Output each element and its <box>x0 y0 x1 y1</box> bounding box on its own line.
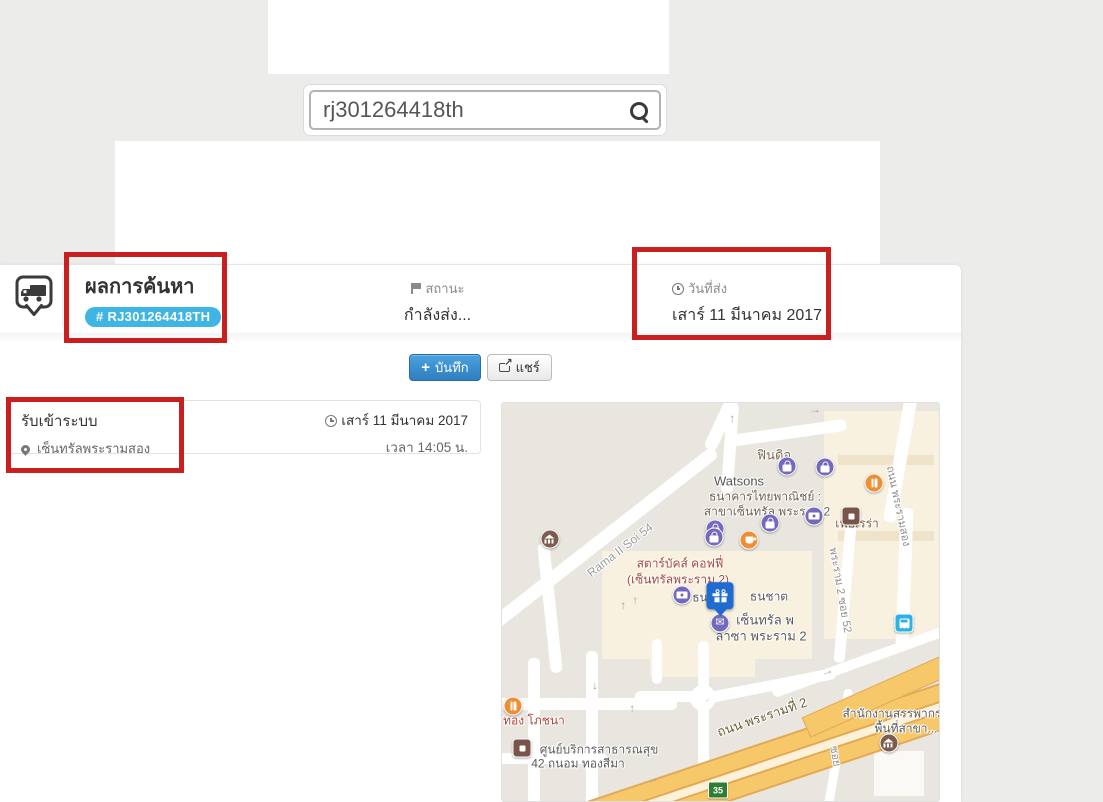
bag-poi-icon[interactable] <box>815 457 835 477</box>
result-panel: ผลการค้นหา # RJ301264418TH สถานะ กำลังส่… <box>0 265 961 802</box>
share-button[interactable]: แชร์ <box>486 354 552 381</box>
coffee-poi-icon[interactable] <box>739 530 759 550</box>
card-glyph <box>808 512 820 520</box>
coffee-glyph <box>745 536 757 544</box>
status-value: กำลังส่ง... <box>403 307 472 324</box>
share-button-label: แชร์ <box>515 360 540 375</box>
envelope-glyph: ✉ <box>715 616 725 629</box>
screen: ผลการค้นหา # RJ301264418TH สถานะ กำลังส่… <box>0 0 1103 802</box>
gift-ribbon <box>719 592 721 602</box>
card-poi-icon[interactable] <box>672 585 692 605</box>
restaurant-glyph <box>869 478 879 488</box>
header-divider <box>62 272 63 326</box>
plus-icon: + <box>421 359 430 376</box>
save-button[interactable]: + บันทึก <box>409 354 481 381</box>
plaza-glyph <box>848 513 854 519</box>
annotation-rectangle <box>6 397 184 473</box>
bus-poi-icon[interactable] <box>894 613 914 633</box>
plaza-poi-icon[interactable] <box>512 738 532 758</box>
restaurant-glyph <box>508 701 518 711</box>
one-way-arrow-icon: → <box>643 770 661 788</box>
header-logo-area <box>268 0 669 74</box>
map-label: 42 ถนอม ทองสีมา <box>531 756 625 771</box>
share-icon <box>498 357 513 372</box>
map-road <box>537 542 563 674</box>
restaurant-poi-icon[interactable] <box>503 696 523 716</box>
map-label: ลาซา พระราม 2 <box>715 628 807 644</box>
plaza-poi-icon[interactable] <box>841 506 861 526</box>
bag-glyph <box>709 531 719 542</box>
content-placeholder <box>115 141 880 264</box>
one-way-arrow-icon: → <box>809 402 821 416</box>
map-label: Watsons <box>713 473 765 489</box>
card-glyph <box>676 591 688 599</box>
bag-poi-icon[interactable] <box>704 527 724 547</box>
annotation-rectangle <box>64 252 227 343</box>
status-label: สถานะ <box>425 281 465 296</box>
flag-icon <box>410 283 422 294</box>
bag-glyph <box>782 460 792 471</box>
save-button-label: บันทึก <box>434 360 469 375</box>
timeline-event-date: เสาร์ 11 มีนาคม 2017 <box>341 413 468 428</box>
timeline-event-right: เสาร์ 11 มีนาคม 2017 เวลา 14:05 น. <box>325 409 468 455</box>
tracking-location-marker[interactable] <box>706 582 734 610</box>
map-label: ธน <box>692 590 708 605</box>
gift-bowl <box>715 588 719 593</box>
timeline-event-time: เวลา 14:05 น. <box>385 440 468 455</box>
envelope-poi-icon[interactable]: ✉ <box>710 613 730 633</box>
parcel-truck-icon <box>15 275 53 326</box>
plaza-glyph <box>519 745 525 751</box>
timeline-event-date-row: เสาร์ 11 มีนาคม 2017 <box>325 409 468 431</box>
one-way-arrow-icon: → <box>626 595 640 607</box>
museum-glyph <box>544 534 556 544</box>
map[interactable]: → → → → → → → → ฟินดิจ Watsons ธนาคารไทยพาณิชย์ :ส… <box>501 402 940 802</box>
status-label-row: สถานะ <box>375 278 500 299</box>
map-label: ธนชาต <box>749 589 789 604</box>
map-road <box>652 638 662 684</box>
one-way-arrow-icon: → <box>590 680 604 692</box>
bus-glyph <box>899 618 909 629</box>
card-poi-icon[interactable] <box>804 506 824 526</box>
restaurant-poi-icon[interactable] <box>864 473 884 493</box>
gift-parcel-icon <box>712 588 728 602</box>
map-roundabout <box>690 685 716 711</box>
museum-poi-icon[interactable] <box>540 529 560 549</box>
museum-poi-icon[interactable] <box>879 733 899 753</box>
map-label: ซอย <box>827 745 843 768</box>
tracking-search-form <box>303 84 667 136</box>
one-way-arrow-icon: → <box>723 413 737 425</box>
map-road <box>586 650 598 801</box>
bag-poi-icon[interactable] <box>777 456 797 476</box>
map-building <box>838 455 934 465</box>
status-block: สถานะ กำลังส่ง... <box>375 278 500 328</box>
clock-icon <box>325 415 338 427</box>
actions-row: + บันทึก แชร์ <box>0 354 961 381</box>
museum-glyph <box>883 738 895 748</box>
tracking-search-input[interactable] <box>309 90 661 130</box>
map-building <box>874 751 924 796</box>
annotation-rectangle <box>632 247 831 340</box>
bag-glyph <box>820 461 830 472</box>
bag-glyph <box>765 517 775 528</box>
route-shield-35: 35 <box>708 781 728 799</box>
one-way-arrow-icon: → <box>623 703 637 715</box>
bag-poi-icon[interactable] <box>760 513 780 533</box>
gift-bowr <box>721 588 725 593</box>
search-icon[interactable] <box>630 102 648 120</box>
